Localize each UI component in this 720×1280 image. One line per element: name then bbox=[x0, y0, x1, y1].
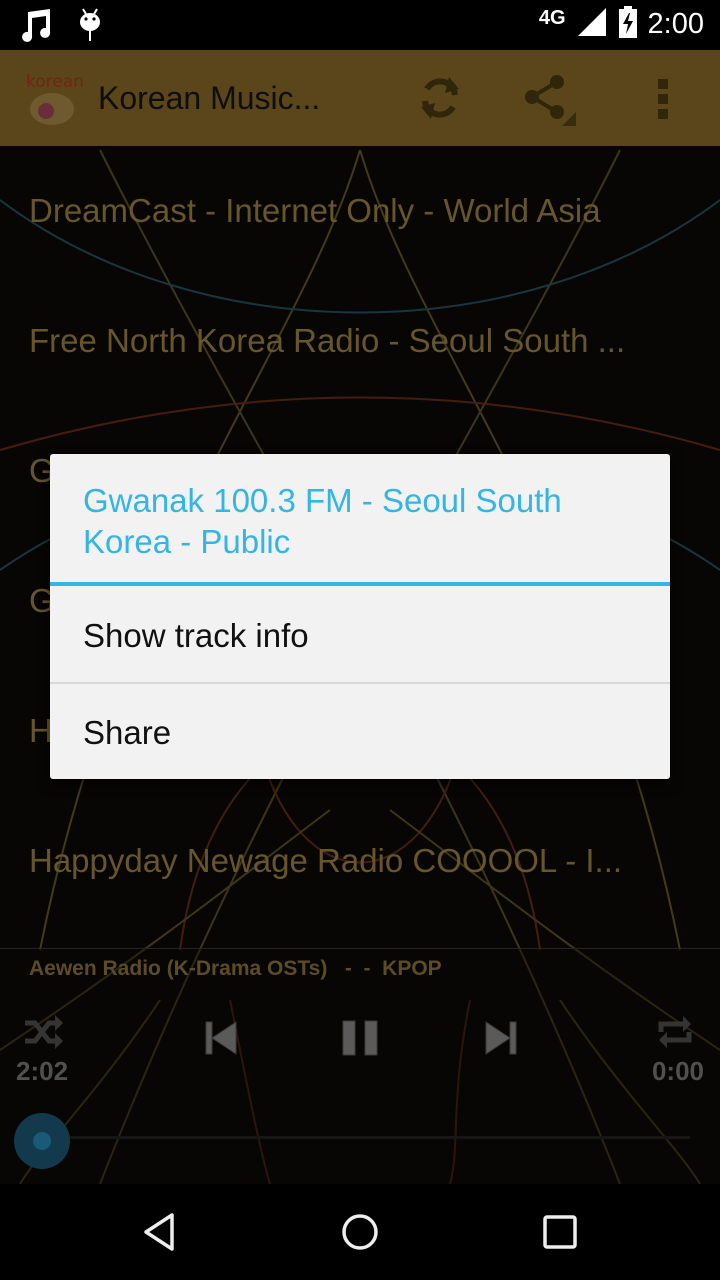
home-icon bbox=[342, 1214, 378, 1250]
battery-charging-icon bbox=[618, 6, 638, 43]
network-type: 4G bbox=[538, 7, 566, 29]
recents-button[interactable] bbox=[520, 1206, 600, 1258]
dialog-title: Gwanak 100.3 FM - Seoul South Korea - Pu… bbox=[83, 482, 562, 560]
signal-icon bbox=[576, 6, 608, 43]
menu-item-share[interactable]: Share bbox=[50, 685, 670, 779]
home-button[interactable] bbox=[320, 1206, 400, 1258]
clock: 2:00 bbox=[647, 8, 704, 40]
back-icon bbox=[144, 1213, 174, 1251]
navigation-bar bbox=[0, 1184, 720, 1280]
context-menu-dialog: Gwanak 100.3 FM - Seoul South Korea - Pu… bbox=[50, 454, 670, 779]
menu-divider bbox=[50, 682, 670, 684]
recents-icon bbox=[543, 1215, 577, 1249]
menu-item-label: Show track info bbox=[83, 617, 309, 654]
title-divider bbox=[50, 582, 670, 586]
menu-item-label: Share bbox=[83, 714, 172, 751]
music-note-icon bbox=[20, 8, 52, 47]
android-debug-icon bbox=[78, 8, 102, 47]
status-bar: 4G 2:00 bbox=[0, 0, 720, 50]
back-button[interactable] bbox=[120, 1206, 200, 1258]
menu-item-show-track-info[interactable]: Show track info bbox=[50, 588, 670, 684]
